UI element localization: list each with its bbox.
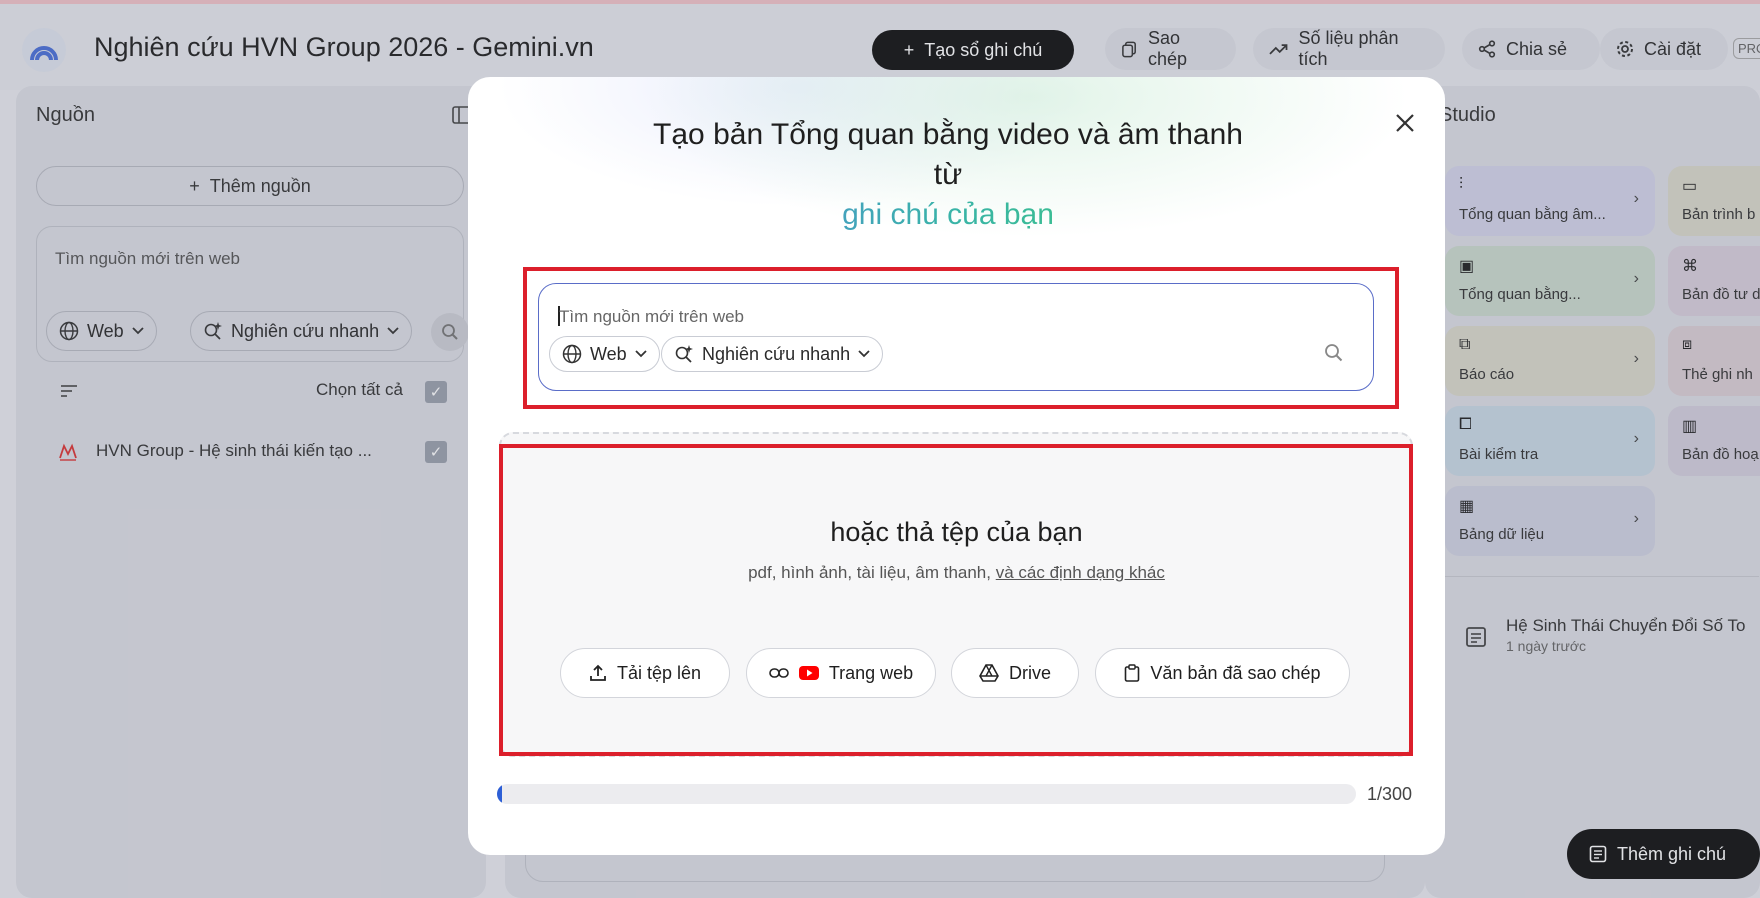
upload-file-label: Tải tệp lên xyxy=(616,662,702,683)
youtube-icon xyxy=(798,666,819,680)
upload-file-button[interactable]: Tải tệp lên xyxy=(560,648,730,698)
other-formats-link[interactable]: và các định dạng khác xyxy=(996,563,1165,582)
dialog-title-line-2: từ xyxy=(933,158,963,191)
drive-label: Drive xyxy=(1008,662,1051,683)
website-label: Trang web xyxy=(828,662,914,683)
dialog-title-line-1: Tạo bản Tổng quan bằng video và âm thanh xyxy=(653,118,1243,151)
website-button[interactable]: Trang web xyxy=(746,648,936,698)
drop-zone-subtitle: pdf, hình ảnh, tài liệu, âm thanh, và cá… xyxy=(468,563,1445,583)
clipboard-icon xyxy=(1125,664,1140,682)
upload-icon xyxy=(590,664,606,681)
close-button[interactable] xyxy=(1387,105,1423,141)
drop-zone-formats: pdf, hình ảnh, tài liệu, âm thanh, xyxy=(748,563,991,582)
link-icon xyxy=(769,668,789,678)
close-icon xyxy=(1396,114,1414,132)
add-sources-dialog: Tạo bản Tổng quan bằng video và âm thanh… xyxy=(468,77,1445,855)
pasted-text-label: Văn bản đã sao chép xyxy=(1150,662,1321,683)
source-limit-progress xyxy=(497,784,1356,804)
highlight-box-dropzone xyxy=(499,444,1413,756)
drive-icon xyxy=(979,664,999,682)
source-limit-progress-fill xyxy=(497,784,503,804)
drop-zone-title: hoặc thả tệp của bạn xyxy=(830,517,1083,547)
drive-button[interactable]: Drive xyxy=(951,648,1079,698)
dialog-title-highlight: ghi chú của bạn xyxy=(608,195,1288,235)
dialog-title: Tạo bản Tổng quan bằng video và âm thanh… xyxy=(608,115,1288,235)
pasted-text-button[interactable]: Văn bản đã sao chép xyxy=(1095,648,1350,698)
highlight-box-search xyxy=(523,267,1399,409)
source-count: 1/300 xyxy=(1367,784,1413,804)
